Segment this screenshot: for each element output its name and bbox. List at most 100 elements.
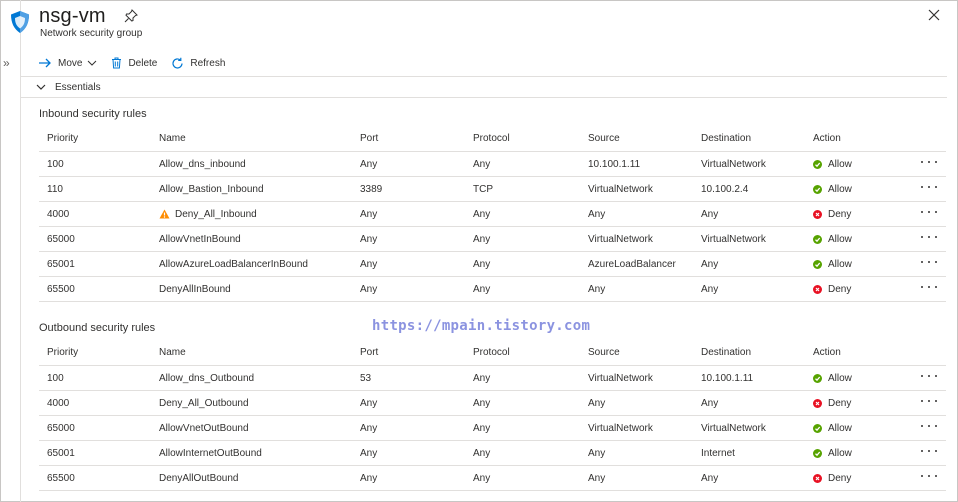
expand-chevron-icon[interactable]: » xyxy=(3,56,10,70)
more-ellipsis-icon[interactable] xyxy=(921,370,937,382)
cell-priority: 100 xyxy=(47,152,64,176)
cell-source: Any xyxy=(588,391,605,415)
name-value: AllowVnetOutBound xyxy=(159,422,249,434)
action-value: Allow xyxy=(828,422,852,434)
cell-protocol: Any xyxy=(473,466,490,490)
cell-port: Any xyxy=(360,227,377,251)
name-value: Allow_dns_inbound xyxy=(159,158,246,170)
cell-name: DenyAllInBound xyxy=(159,277,231,301)
more-ellipsis-icon[interactable] xyxy=(921,445,937,457)
destination-value: VirtualNetwork xyxy=(701,158,766,170)
cell-protocol: Any xyxy=(473,277,490,301)
column-header-destination[interactable]: Destination xyxy=(701,125,751,151)
table-row[interactable]: 4000 Deny_All_Outbound Any Any Any Any Deny xyxy=(39,391,946,416)
outbound-rules-title: Outbound security rules xyxy=(39,322,156,334)
table-row[interactable]: 100 Allow_dns_inbound Any Any 10.100.1.11 Vir… xyxy=(39,152,946,177)
cell-protocol: Any xyxy=(473,152,490,176)
check-circle-icon xyxy=(813,423,822,433)
column-header-priority[interactable]: Priority xyxy=(47,125,78,151)
column-header-action[interactable]: Action xyxy=(813,339,841,365)
table-row[interactable]: 65000 AllowVnetOutBound Any Any VirtualNetwo… xyxy=(39,416,946,441)
refresh-button[interactable]: Refresh xyxy=(171,57,225,70)
column-header-port[interactable]: Port xyxy=(360,125,378,151)
port-value: Any xyxy=(360,283,378,295)
cell-name: Allow_dns_Outbound xyxy=(159,366,254,390)
move-button[interactable]: Move xyxy=(38,58,97,69)
more-ellipsis-icon[interactable] xyxy=(921,156,937,168)
action-value: Allow xyxy=(828,233,852,245)
check-circle-icon xyxy=(813,159,822,169)
column-header-destination[interactable]: Destination xyxy=(701,339,751,365)
x-circle-icon xyxy=(813,284,822,294)
move-label: Move xyxy=(58,57,83,69)
column-header-name[interactable]: Name xyxy=(159,125,186,151)
more-ellipsis-icon[interactable] xyxy=(921,256,937,268)
cell-name: AllowVnetInBound xyxy=(159,227,241,251)
protocol-value: Any xyxy=(473,233,491,245)
cell-name: Allow_dns_inbound xyxy=(159,152,246,176)
cell-source: VirtualNetwork xyxy=(588,416,653,440)
more-ellipsis-icon[interactable] xyxy=(921,181,937,193)
table-row[interactable]: 4000 Deny_All_Inbound Any Any Any Any Deny xyxy=(39,202,946,227)
cell-action: Allow xyxy=(813,152,852,176)
destination-value: Any xyxy=(701,397,719,409)
destination-value: VirtualNetwork xyxy=(701,233,766,245)
x-circle-icon xyxy=(813,209,822,219)
table-row[interactable]: 65500 DenyAllInBound Any Any Any Any Deny xyxy=(39,277,946,302)
protocol-value: Any xyxy=(473,472,491,484)
column-header-protocol[interactable]: Protocol xyxy=(473,125,510,151)
action-value: Allow xyxy=(828,447,852,459)
more-ellipsis-icon[interactable] xyxy=(921,231,937,243)
delete-button[interactable]: Delete xyxy=(111,57,157,69)
cell-action: Deny xyxy=(813,277,851,301)
cell-destination: Any xyxy=(701,202,718,226)
column-header-priority[interactable]: Priority xyxy=(47,339,78,365)
more-ellipsis-icon[interactable] xyxy=(921,395,937,407)
destination-value: Any xyxy=(701,283,719,295)
source-value: Any xyxy=(588,472,606,484)
cell-priority: 65000 xyxy=(47,227,75,251)
more-ellipsis-icon[interactable] xyxy=(921,470,937,482)
port-value: Any xyxy=(360,233,378,245)
cell-priority: 65500 xyxy=(47,466,75,490)
column-header-port[interactable]: Port xyxy=(360,339,378,365)
close-icon[interactable] xyxy=(928,9,940,21)
cell-port: Any xyxy=(360,202,377,226)
more-ellipsis-icon[interactable] xyxy=(921,206,937,218)
inbound-rules-title: Inbound security rules xyxy=(39,108,147,120)
column-header-source[interactable]: Source xyxy=(588,339,620,365)
cell-action: Deny xyxy=(813,466,851,490)
column-header-name[interactable]: Name xyxy=(159,339,186,365)
more-ellipsis-icon[interactable] xyxy=(921,281,937,293)
trash-icon xyxy=(112,57,122,69)
cell-priority: 65000 xyxy=(47,416,75,440)
column-header-source[interactable]: Source xyxy=(588,125,620,151)
table-row[interactable]: 65000 AllowVnetInBound Any Any VirtualNetwor… xyxy=(39,227,946,252)
cell-source: 10.100.1.11 xyxy=(588,152,640,176)
delete-label: Delete xyxy=(128,57,158,69)
port-value: Any xyxy=(360,422,378,434)
priority-value: 65000 xyxy=(47,233,75,245)
table-row[interactable]: 110 Allow_Bastion_Inbound 3389 TCP VirtualNe… xyxy=(39,177,946,202)
column-header-action[interactable]: Action xyxy=(813,125,841,151)
cell-port: Any xyxy=(360,152,377,176)
action-value: Deny xyxy=(828,208,852,220)
table-row[interactable]: 65001 AllowAzureLoadBalancerInBound Any Any… xyxy=(39,252,946,277)
cell-destination: Any xyxy=(701,252,718,276)
essentials-toggle[interactable]: Essentials xyxy=(21,76,947,98)
name-value: Allow_dns_Outbound xyxy=(159,372,255,384)
cell-action: Allow xyxy=(813,441,852,465)
source-value: VirtualNetwork xyxy=(588,422,653,434)
cell-name: Allow_Bastion_Inbound xyxy=(159,177,264,201)
check-circle-icon xyxy=(813,259,822,269)
left-rail: » xyxy=(0,0,21,502)
pin-icon[interactable] xyxy=(124,9,138,23)
more-ellipsis-icon[interactable] xyxy=(921,420,937,432)
priority-value: 100 xyxy=(47,158,64,170)
table-row[interactable]: 65500 DenyAllOutBound Any Any Any Any Deny xyxy=(39,466,946,491)
table-row[interactable]: 100 Allow_dns_Outbound 53 Any VirtualNetwork… xyxy=(39,366,946,391)
source-value: VirtualNetwork xyxy=(588,372,653,384)
table-row[interactable]: 65001 AllowInternetOutBound Any Any Any Inter… xyxy=(39,441,946,466)
column-header-protocol[interactable]: Protocol xyxy=(473,339,510,365)
cell-destination: Any xyxy=(701,391,718,415)
